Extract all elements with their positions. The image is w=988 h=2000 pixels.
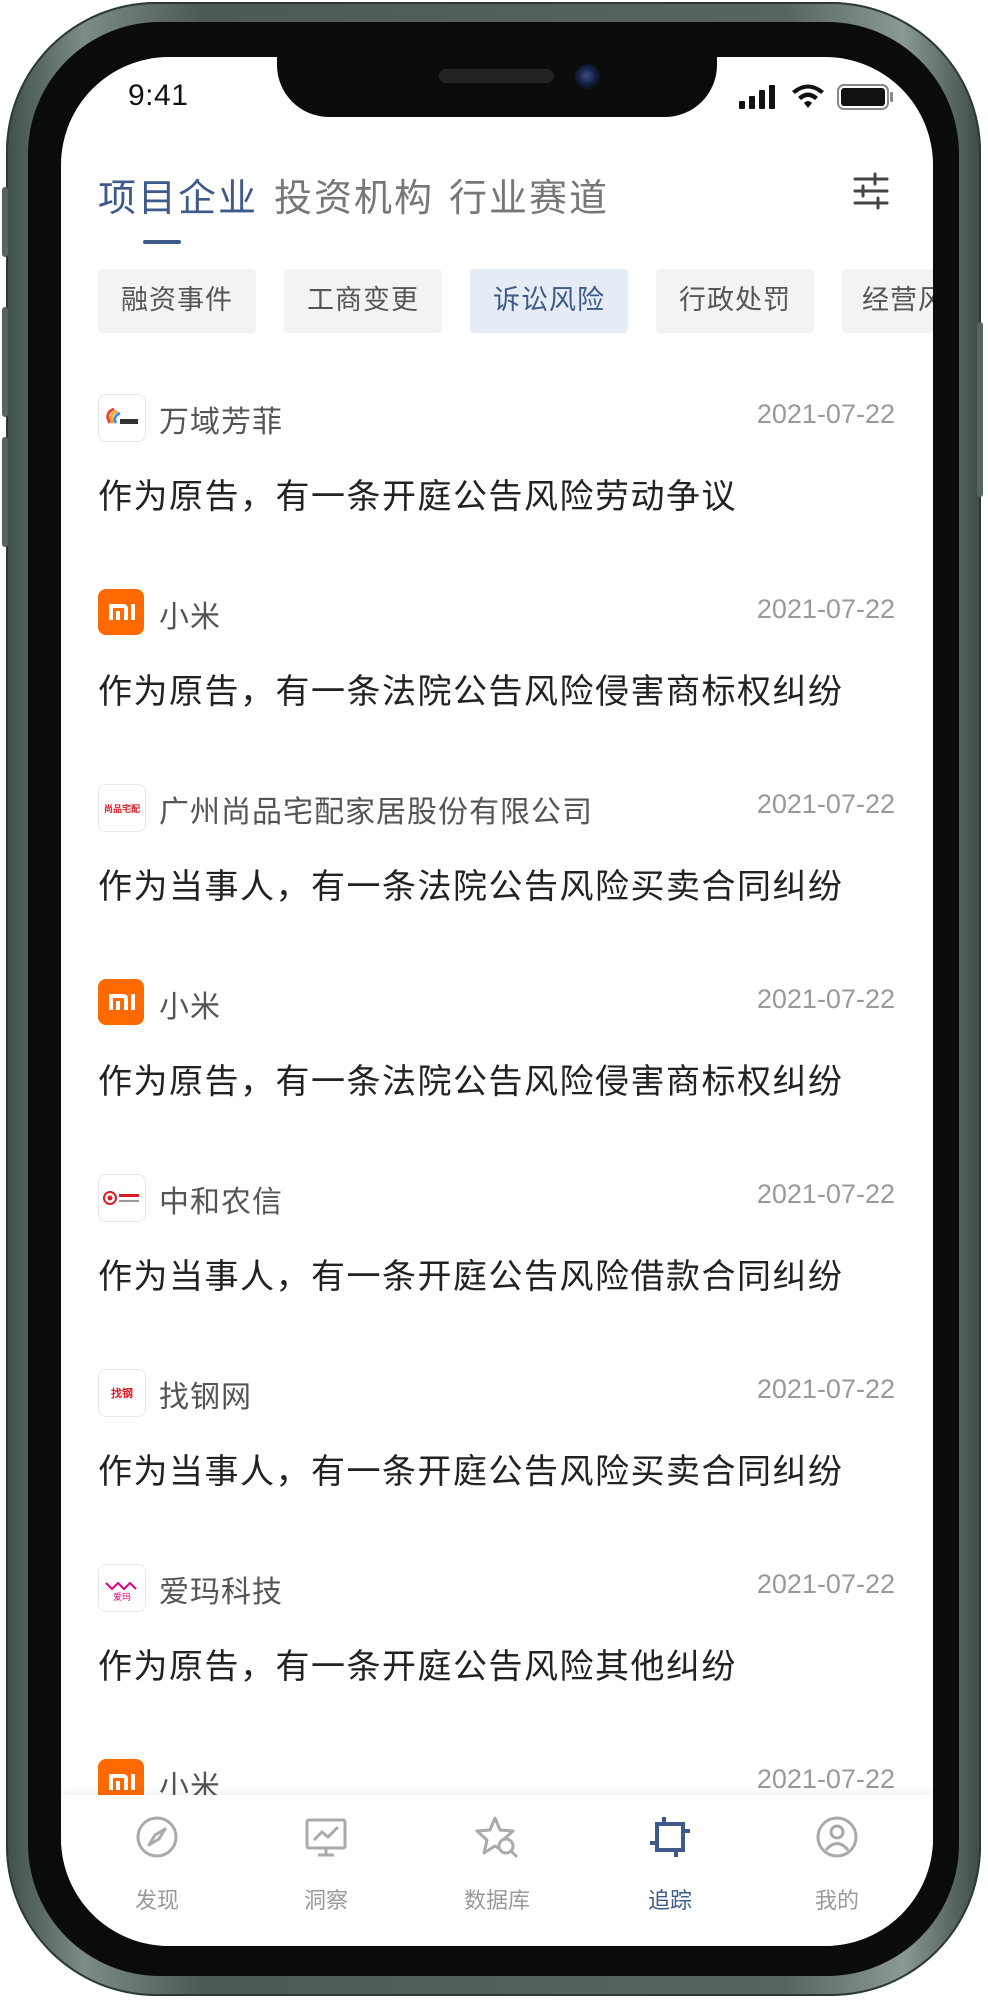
- xiaomi-logo: [98, 979, 144, 1025]
- filter-chip-row: 融资事件 工商变更 诉讼风险 行政处罚 经营风险: [98, 269, 933, 333]
- screen: 9:41 项目企业 投资机构 行业赛道 融资事件 工商变更 诉讼风险 行政处罚 …: [61, 57, 933, 1946]
- list-item[interactable]: 小米 2021-07-22 作为原告，有一条法院公告风险侵害商标权纠纷: [61, 589, 933, 807]
- cellular-signal-icon: [739, 85, 775, 109]
- tab-investment-institutions[interactable]: 投资机构: [274, 167, 434, 222]
- item-date: 2021-07-22: [756, 789, 895, 819]
- company-name: 找钢网: [159, 1380, 252, 1415]
- notch: [277, 57, 717, 117]
- aima-logo: 爱玛: [98, 1564, 146, 1612]
- chip-operating-risk[interactable]: 经营风险: [842, 269, 933, 333]
- chart-monitor-icon: [305, 1818, 347, 1857]
- zhonghe-logo: [98, 1174, 146, 1222]
- chip-administrative-penalty[interactable]: 行政处罚: [656, 269, 814, 333]
- nav-label: 我的: [814, 1889, 859, 1914]
- item-date: 2021-07-22: [756, 594, 895, 624]
- list-item[interactable]: 中和农信 2021-07-22 作为当事人，有一条开庭公告风险借款合同纠纷: [61, 1174, 933, 1392]
- item-description: 作为原告，有一条法院公告风险侵害商标权纠纷: [98, 1062, 844, 1102]
- item-description: 作为当事人，有一条开庭公告风险买卖合同纠纷: [98, 1452, 844, 1492]
- company-name: 小米: [159, 990, 221, 1025]
- list-item[interactable]: 万域芳菲 2021-07-22 作为原告，有一条开庭公告风险劳动争议: [61, 394, 933, 612]
- item-date: 2021-07-22: [756, 1764, 895, 1794]
- star-search-icon: [475, 1816, 519, 1859]
- nav-label: 洞察: [303, 1889, 348, 1914]
- company-name: 小米: [159, 600, 221, 635]
- user-icon: [816, 1816, 858, 1858]
- item-description: 作为原告，有一条法院公告风险侵害商标权纠纷: [98, 672, 844, 712]
- litigation-feed: 万域芳菲 2021-07-22 作为原告，有一条开庭公告风险劳动争议 小米 20…: [61, 394, 933, 1946]
- company-name: 广州尚品宅配家居股份有限公司: [159, 795, 593, 830]
- wanyu-logo: [98, 394, 146, 442]
- nav-label: 追踪: [647, 1889, 692, 1914]
- status-time: 9:41: [128, 79, 189, 112]
- mute-switch: [2, 187, 8, 257]
- tab-project-companies[interactable]: 项目企业: [98, 167, 258, 222]
- item-description: 作为原告，有一条开庭公告风险其他纠纷: [98, 1647, 737, 1687]
- company-name: 爱玛科技: [159, 1575, 283, 1610]
- chip-financing-events[interactable]: 融资事件: [98, 269, 256, 333]
- item-description: 作为当事人，有一条法院公告风险买卖合同纠纷: [98, 867, 844, 907]
- phone-frame: 9:41 项目企业 投资机构 行业赛道 融资事件 工商变更 诉讼风险 行政处罚 …: [2, 2, 983, 1996]
- track-icon: [650, 1817, 690, 1857]
- nav-database[interactable]: 数据库: [437, 1795, 557, 1946]
- filter-settings-icon[interactable]: [851, 171, 891, 211]
- svg-text:爱玛: 爱玛: [113, 1592, 131, 1603]
- list-item[interactable]: 找钢 找钢网 2021-07-22 作为当事人，有一条开庭公告风险买卖合同纠纷: [61, 1369, 933, 1587]
- list-item[interactable]: 爱玛 爱玛科技 2021-07-22 作为原告，有一条开庭公告风险其他纠纷: [61, 1564, 933, 1782]
- nav-tracking[interactable]: 追踪: [610, 1795, 730, 1946]
- item-date: 2021-07-22: [756, 1569, 895, 1599]
- front-camera: [575, 64, 601, 90]
- nav-label: 数据库: [463, 1889, 530, 1914]
- item-date: 2021-07-22: [756, 399, 895, 429]
- speaker: [439, 69, 554, 83]
- nav-insights[interactable]: 洞察: [266, 1795, 386, 1946]
- chip-litigation-risk[interactable]: 诉讼风险: [470, 269, 628, 333]
- status-icons: [739, 84, 895, 110]
- active-tab-underline: [143, 240, 181, 244]
- battery-icon: [837, 84, 893, 110]
- power-button: [977, 322, 983, 497]
- volume-up-button: [2, 307, 8, 417]
- nav-label: 发现: [134, 1889, 179, 1914]
- item-date: 2021-07-22: [756, 984, 895, 1014]
- bottom-nav: 发现 洞察 数据库 追踪 我的: [61, 1795, 933, 1946]
- company-name: 中和农信: [159, 1185, 283, 1220]
- item-description: 作为原告，有一条开庭公告风险劳动争议: [98, 477, 737, 517]
- nav-me[interactable]: 我的: [777, 1795, 897, 1946]
- company-name: 万域芳菲: [159, 405, 283, 440]
- item-date: 2021-07-22: [756, 1374, 895, 1404]
- item-description: 作为当事人，有一条开庭公告风险借款合同纠纷: [98, 1257, 844, 1297]
- nav-discover[interactable]: 发现: [97, 1795, 217, 1946]
- item-date: 2021-07-22: [756, 1179, 895, 1209]
- volume-down-button: [2, 437, 8, 547]
- chip-business-changes[interactable]: 工商变更: [284, 269, 442, 333]
- shangpin-logo: 尚品宅配: [98, 784, 146, 832]
- zhaogang-logo: 找钢: [98, 1369, 146, 1417]
- list-item[interactable]: 尚品宅配 广州尚品宅配家居股份有限公司 2021-07-22 作为当事人，有一条…: [61, 784, 933, 1002]
- xiaomi-logo: [98, 589, 144, 635]
- wifi-icon: [792, 84, 824, 108]
- tab-industry-tracks[interactable]: 行业赛道: [449, 167, 609, 222]
- compass-icon: [136, 1816, 178, 1858]
- list-item[interactable]: 小米 2021-07-22 作为原告，有一条法院公告风险侵害商标权纠纷: [61, 979, 933, 1197]
